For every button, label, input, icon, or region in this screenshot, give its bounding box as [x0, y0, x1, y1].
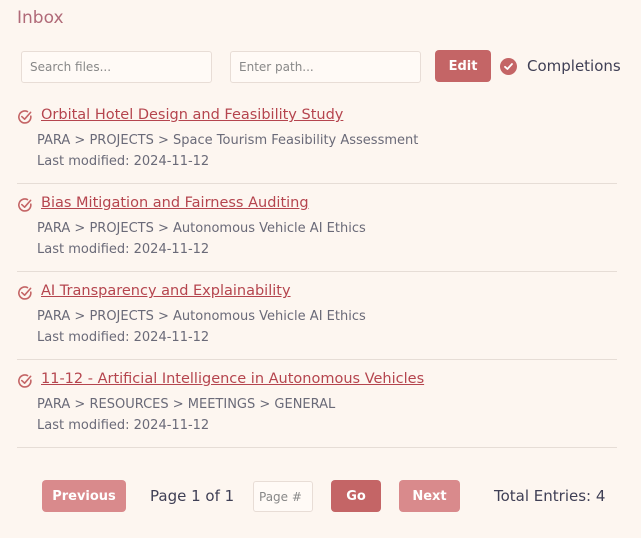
check-circle-outline-icon[interactable]	[17, 285, 33, 301]
page-title: Inbox	[17, 8, 64, 28]
item-modified: Last modified: 2024-11-12	[37, 154, 210, 169]
list-item: Orbital Hotel Design and Feasibility Stu…	[17, 96, 617, 184]
toolbar: Edit Completions	[0, 50, 641, 84]
item-path: PARA > RESOURCES > MEETINGS > GENERAL	[37, 397, 336, 412]
item-modified: Last modified: 2024-11-12	[37, 418, 210, 433]
page-number-input[interactable]	[253, 481, 313, 512]
page-info: Page 1 of 1	[150, 487, 235, 505]
search-input[interactable]	[21, 51, 212, 83]
next-button[interactable]: Next	[399, 480, 460, 512]
item-modified: Last modified: 2024-11-12	[37, 330, 210, 345]
path-input[interactable]	[230, 51, 421, 83]
list-item: Bias Mitigation and Fairness Auditing PA…	[17, 184, 617, 272]
previous-button[interactable]: Previous	[42, 480, 126, 512]
item-title-link[interactable]: 11-12 - Artificial Intelligence in Auton…	[41, 371, 424, 387]
item-path: PARA > PROJECTS > Autonomous Vehicle AI …	[37, 309, 366, 324]
check-circle-outline-icon[interactable]	[17, 197, 33, 213]
check-circle-outline-icon[interactable]	[17, 109, 33, 125]
completions-label: Completions	[527, 57, 621, 75]
item-title-link[interactable]: AI Transparency and Explainability	[41, 283, 291, 299]
check-circle-filled-icon	[500, 57, 517, 75]
item-title-link[interactable]: Bias Mitigation and Fairness Auditing	[41, 195, 309, 211]
item-path: PARA > PROJECTS > Autonomous Vehicle AI …	[37, 221, 366, 236]
completions-toggle[interactable]: Completions	[500, 57, 621, 75]
edit-button[interactable]: Edit	[435, 50, 491, 82]
pagination: Previous Page 1 of 1 Go Next Total Entri…	[0, 480, 641, 513]
file-list: Orbital Hotel Design and Feasibility Stu…	[17, 96, 617, 448]
item-path: PARA > PROJECTS > Space Tourism Feasibil…	[37, 133, 419, 148]
total-entries: Total Entries: 4	[494, 487, 606, 505]
check-circle-outline-icon[interactable]	[17, 373, 33, 389]
list-item: AI Transparency and Explainability PARA …	[17, 272, 617, 360]
item-title-link[interactable]: Orbital Hotel Design and Feasibility Stu…	[41, 107, 343, 123]
go-button[interactable]: Go	[331, 480, 381, 512]
item-modified: Last modified: 2024-11-12	[37, 242, 210, 257]
list-item: 11-12 - Artificial Intelligence in Auton…	[17, 360, 617, 448]
